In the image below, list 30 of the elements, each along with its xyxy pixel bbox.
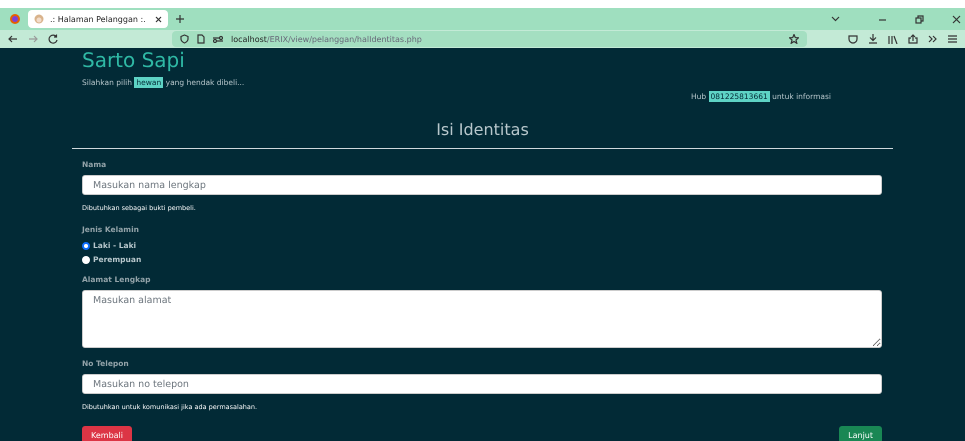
back-arrow-icon[interactable] xyxy=(8,35,18,43)
favicon-icon xyxy=(34,14,44,24)
close-window-icon[interactable] xyxy=(952,14,961,24)
restore-icon[interactable] xyxy=(915,14,924,24)
browser-logo-icon[interactable] xyxy=(10,14,20,24)
overflow-chevron-icon[interactable] xyxy=(928,35,938,43)
radio-button[interactable] xyxy=(82,256,90,264)
textarea-field[interactable]: Masukan alamat xyxy=(82,290,882,348)
address-bar[interactable]: localhost/ERIX/view/pelanggan/halIdentitas.php xyxy=(172,31,807,47)
input-field[interactable]: Masukan nama lengkap xyxy=(82,175,882,195)
new-tab-icon[interactable] xyxy=(176,15,184,23)
form-heading: Isi Identitas xyxy=(436,120,529,139)
share-icon[interactable] xyxy=(908,34,918,44)
reload-icon[interactable] xyxy=(48,34,58,44)
download-icon[interactable] xyxy=(868,34,878,44)
chevron-down-icon[interactable] xyxy=(831,16,840,22)
browser-tab[interactable]: .: Halaman Pelanggan :. xyxy=(28,10,168,28)
next-button[interactable]: Lanjut xyxy=(839,426,882,441)
page-icon xyxy=(197,34,205,44)
close-icon[interactable] xyxy=(155,16,162,22)
back-button[interactable]: Kembali xyxy=(82,426,132,441)
input-field[interactable]: Masukan no telepon xyxy=(82,374,882,394)
shield-icon xyxy=(180,34,189,44)
library-icon[interactable] xyxy=(888,34,898,44)
permissions-icon xyxy=(213,35,223,43)
pocket-icon[interactable] xyxy=(848,34,858,44)
radio-button[interactable] xyxy=(82,242,90,250)
menu-icon[interactable] xyxy=(948,35,957,43)
site-title: Sarto Sapi xyxy=(82,50,185,70)
star-icon[interactable] xyxy=(789,34,799,44)
